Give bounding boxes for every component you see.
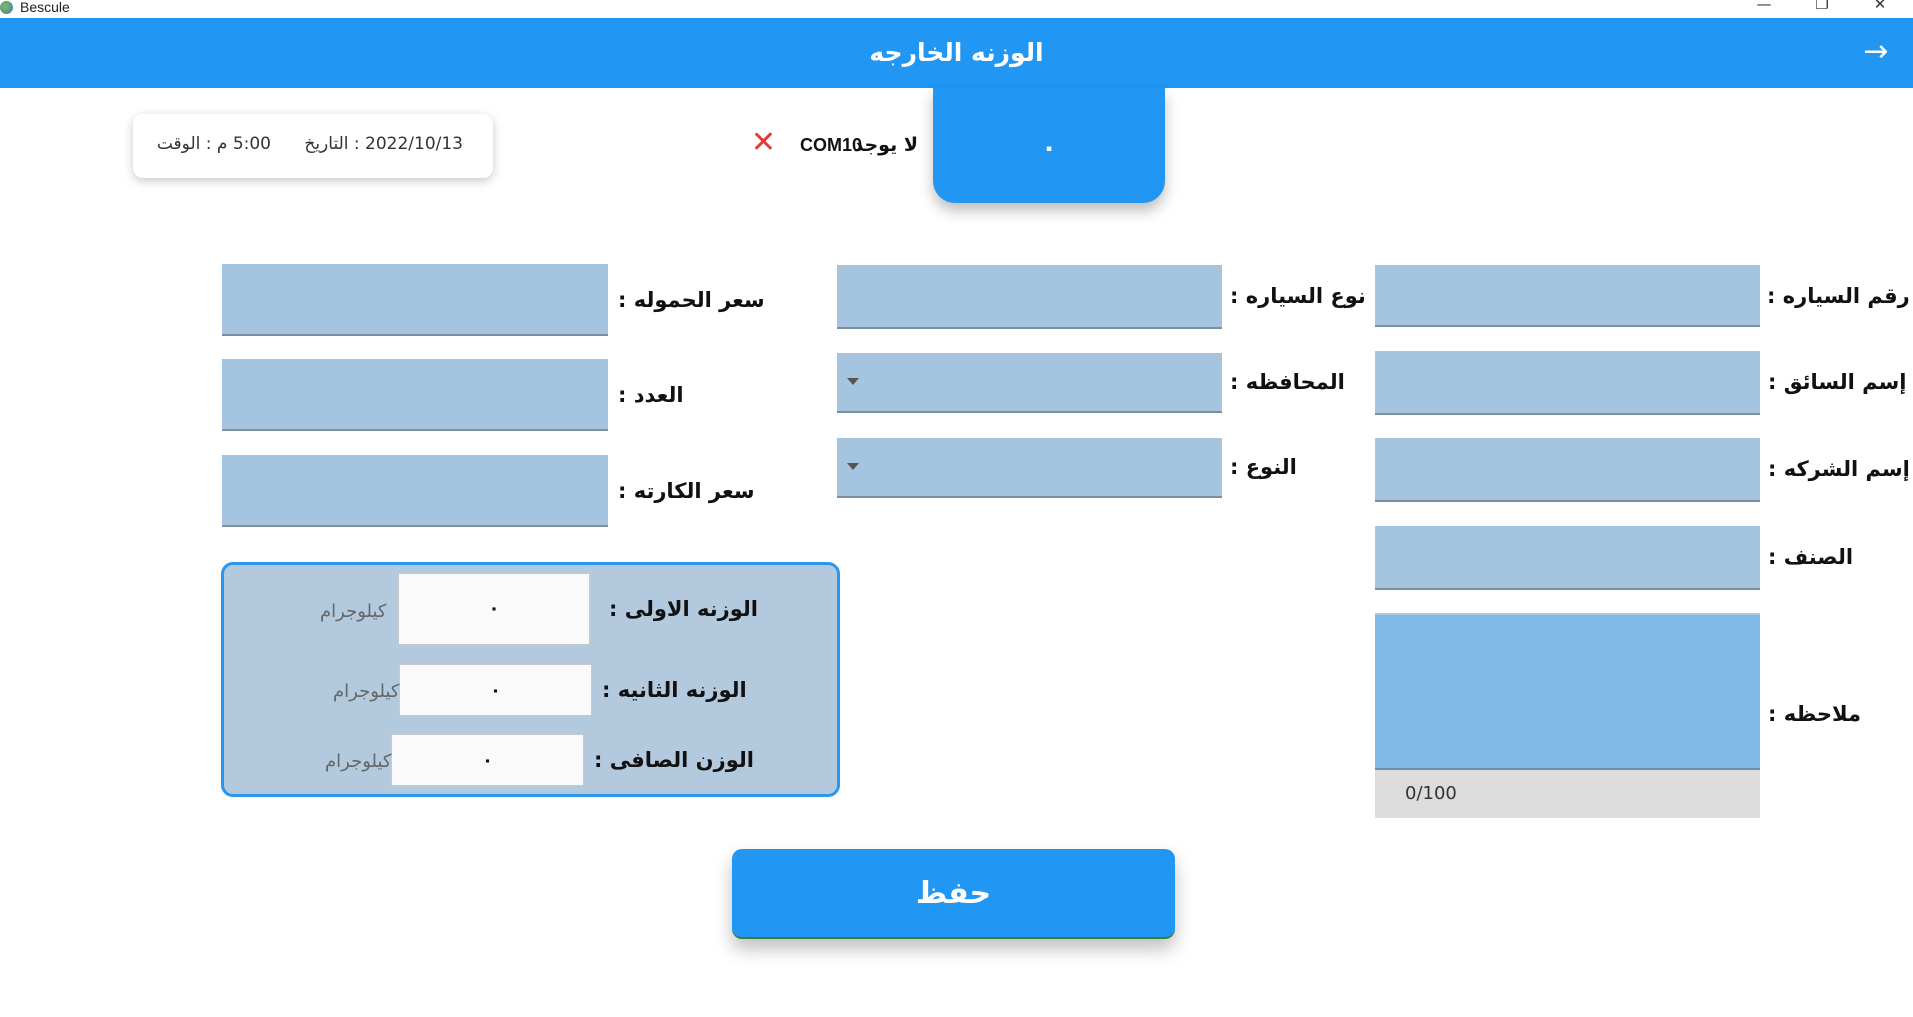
datetime-card: 2022/10/13 : التاريخ 5:00 م : الوقت (133, 114, 493, 178)
item-input[interactable] (1375, 526, 1760, 590)
notes-textarea[interactable] (1375, 613, 1760, 770)
car-number-label: رقم السياره : (1767, 284, 1910, 308)
load-price-label: سعر الحموله : (618, 288, 765, 312)
net-weight-label: الوزن الصافى : (594, 748, 754, 772)
time-label: 5:00 م : الوقت (156, 134, 271, 154)
company-name-input[interactable] (1375, 438, 1760, 502)
net-weight-field[interactable]: ٠ (391, 734, 584, 786)
second-weight-unit: كيلوجرام (333, 681, 400, 702)
company-name-label: إسم الشركه : (1768, 457, 1910, 481)
live-weight-display: ٠ (933, 88, 1165, 203)
page-title: الوزنه الخارجه (869, 38, 1044, 67)
disconnected-icon: ✕ (750, 125, 776, 160)
notes-counter-text: 0/100 (1405, 783, 1457, 804)
driver-name-label: إسم السائق : (1768, 370, 1907, 394)
car-number-input[interactable] (1375, 265, 1760, 327)
second-weight-label: الوزنه الثانيه : (602, 678, 747, 702)
first-weight-unit: كيلوجرام (320, 601, 387, 622)
driver-name-input[interactable] (1375, 351, 1760, 415)
save-button[interactable]: حفظ (732, 849, 1175, 939)
kind-dropdown[interactable] (837, 438, 1222, 498)
count-input[interactable] (222, 359, 608, 431)
chevron-down-icon (847, 463, 859, 470)
card-price-label: سعر الكارته : (618, 479, 755, 503)
governorate-label: المحافظه : (1230, 370, 1345, 394)
window-titlebar: Bescule — ❐ ✕ (0, 0, 1913, 18)
maximize-icon[interactable]: ❐ (1802, 0, 1842, 16)
minimize-icon[interactable]: — (1744, 0, 1784, 16)
car-type-input[interactable] (837, 265, 1222, 329)
governorate-dropdown[interactable] (837, 353, 1222, 413)
notes-label: ملاحظه : (1768, 702, 1861, 726)
app-logo-icon (0, 1, 13, 14)
com-port-label: COM10 (799, 135, 862, 155)
connection-status: لا يوجد COM10 ✕ (748, 128, 918, 168)
app-bar: الوزنه الخارجه → (0, 18, 1913, 88)
car-type-label: نوع السياره : (1230, 284, 1366, 308)
back-arrow-icon[interactable]: → (1859, 36, 1893, 70)
net-weight-unit: كيلوجرام (325, 751, 392, 772)
close-window-icon[interactable]: ✕ (1860, 0, 1900, 16)
chevron-down-icon (847, 378, 859, 385)
notes-char-counter: 0/100 (1375, 770, 1760, 818)
load-price-input[interactable] (222, 264, 608, 336)
count-label: العدد : (618, 383, 684, 407)
app-name: Bescule (20, 0, 70, 15)
first-weight-label: الوزنه الاولى : (609, 597, 758, 621)
connection-status-text: لا يوجد (853, 134, 918, 156)
date-label: 2022/10/13 : التاريخ (304, 134, 463, 154)
item-label: الصنف : (1768, 545, 1854, 569)
first-weight-field[interactable]: ٠ (398, 573, 590, 645)
card-price-input[interactable] (222, 455, 608, 527)
kind-label: النوع : (1230, 455, 1297, 479)
second-weight-field[interactable]: ٠ (399, 664, 592, 716)
